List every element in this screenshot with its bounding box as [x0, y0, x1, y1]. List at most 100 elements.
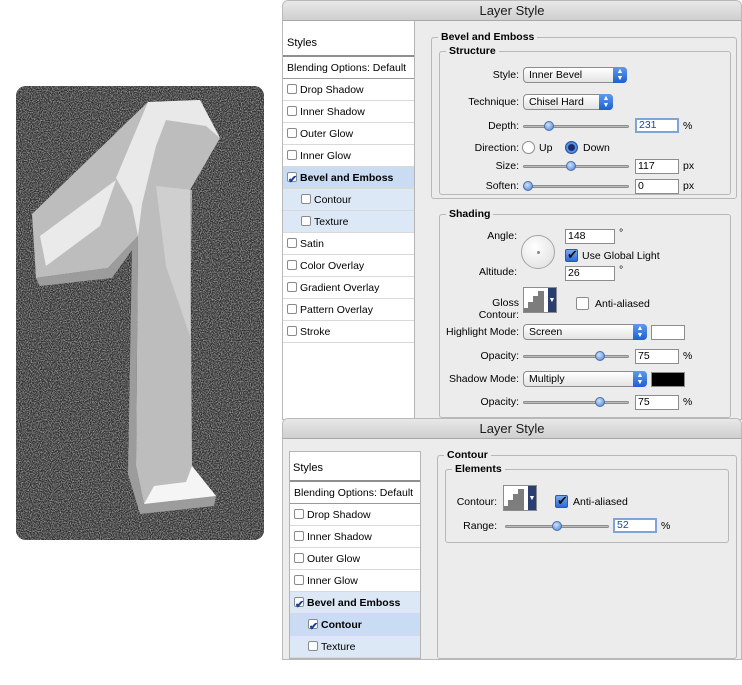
style-item-label: Inner Glow [300, 150, 351, 162]
style-item-label: Satin [300, 238, 324, 250]
size-slider[interactable] [523, 161, 629, 171]
style-item-inner-glow[interactable]: Inner Glow [290, 570, 420, 592]
slider-knob[interactable] [544, 121, 554, 131]
style-item-label: Drop Shadow [300, 84, 364, 96]
shadow-opacity-field[interactable]: 75 [635, 395, 679, 410]
styles-header[interactable]: Styles [290, 452, 420, 482]
highlight-opacity-field[interactable]: 75 [635, 349, 679, 364]
depth-field[interactable]: 231 [635, 118, 679, 133]
highlight-mode-select[interactable]: Screen ▲ ▼ [523, 324, 647, 340]
style-item-label: Outer Glow [307, 553, 361, 565]
bevel-emboss-checkbox[interactable] [294, 594, 304, 616]
outer-glow-checkbox[interactable] [294, 553, 304, 563]
style-item-gradient-overlay[interactable]: Gradient Overlay [283, 277, 414, 299]
chevron-down-icon: ▼ [548, 288, 556, 312]
highlight-opacity-slider[interactable] [523, 351, 629, 361]
angle-dial[interactable] [521, 235, 555, 269]
satin-checkbox[interactable] [287, 238, 297, 248]
numeral-artwork [16, 86, 264, 540]
contour-anti-aliased-checkbox[interactable] [555, 493, 568, 509]
slider-knob[interactable] [595, 351, 605, 361]
contour-checkbox[interactable] [308, 616, 318, 638]
style-item-pattern-overlay[interactable]: Pattern Overlay [283, 299, 414, 321]
style-item-inner-glow[interactable]: Inner Glow [283, 145, 414, 167]
style-item-contour[interactable]: Contour [290, 614, 420, 638]
direction-up-radio[interactable] [522, 141, 535, 154]
pattern-overlay-checkbox[interactable] [287, 304, 297, 314]
use-global-light-label: Use Global Light [582, 250, 660, 262]
slider-knob[interactable] [595, 397, 605, 407]
color-overlay-checkbox[interactable] [287, 260, 297, 270]
style-item-drop-shadow[interactable]: Drop Shadow [290, 504, 420, 526]
style-item-label: Bevel and Emboss [300, 172, 394, 184]
soften-field[interactable]: 0 [635, 179, 679, 194]
angle-field[interactable]: 148 [565, 229, 615, 244]
inner-shadow-checkbox[interactable] [287, 106, 297, 116]
blending-options-item[interactable]: Blending Options: Default [290, 482, 420, 504]
direction-down-radio[interactable] [565, 141, 578, 154]
style-item-color-overlay[interactable]: Color Overlay [283, 255, 414, 277]
drop-shadow-checkbox[interactable] [294, 509, 304, 519]
style-item-satin[interactable]: Satin [283, 233, 414, 255]
size-field[interactable]: 117 [635, 159, 679, 174]
shading-title: Shading [449, 208, 491, 220]
shadow-opacity-label: Opacity: [480, 396, 519, 408]
highlight-color-swatch[interactable] [651, 325, 685, 340]
inner-glow-checkbox[interactable] [287, 150, 297, 160]
contour-checkbox[interactable] [301, 194, 311, 204]
inner-shadow-checkbox[interactable] [294, 531, 304, 541]
slider-knob[interactable] [566, 161, 576, 171]
style-item-bevel-emboss[interactable]: Bevel and Emboss [290, 592, 420, 616]
bevel-emboss-checkbox[interactable] [287, 169, 297, 191]
texture-checkbox[interactable] [308, 641, 318, 651]
texture-checkbox[interactable] [301, 216, 311, 226]
highlight-mode-label: Highlight Mode: [446, 326, 519, 338]
select-stepper-icon: ▲ ▼ [599, 94, 613, 110]
inner-glow-checkbox[interactable] [294, 575, 304, 585]
soften-unit: px [683, 180, 695, 192]
style-item-drop-shadow[interactable]: Drop Shadow [283, 79, 414, 101]
style-item-contour[interactable]: Contour [283, 189, 414, 211]
style-item-label: Outer Glow [300, 128, 354, 140]
gloss-contour-picker[interactable]: ▼ [523, 287, 557, 313]
style-item-stroke[interactable]: Stroke [283, 321, 414, 343]
style-item-label: Stroke [300, 326, 331, 338]
depth-slider[interactable] [523, 121, 629, 131]
use-global-light-checkbox[interactable] [565, 247, 578, 263]
style-item-outer-glow[interactable]: Outer Glow [283, 123, 414, 145]
shadow-opacity-slider[interactable] [523, 397, 629, 407]
range-slider[interactable] [505, 521, 609, 531]
style-item-bevel-emboss[interactable]: Bevel and Emboss [283, 167, 414, 191]
style-item-texture[interactable]: Texture [290, 636, 420, 658]
elements-title: Elements [455, 463, 502, 475]
highlight-opacity-label: Opacity: [480, 350, 519, 362]
style-item-inner-shadow[interactable]: Inner Shadow [290, 526, 420, 548]
gloss-anti-aliased-checkbox[interactable] [576, 297, 589, 310]
window-title: Layer Style [283, 419, 741, 439]
contour-picker[interactable]: ▼ [503, 485, 537, 511]
gradient-overlay-checkbox[interactable] [287, 282, 297, 292]
styles-header[interactable]: Styles [283, 21, 414, 57]
style-item-inner-shadow[interactable]: Inner Shadow [283, 101, 414, 123]
drop-shadow-checkbox[interactable] [287, 84, 297, 94]
range-field[interactable]: 52 [613, 518, 657, 533]
slider-knob[interactable] [523, 181, 533, 191]
direction-down-label: Down [583, 142, 610, 154]
slider-knob[interactable] [552, 521, 562, 531]
stroke-checkbox[interactable] [287, 326, 297, 336]
contour-label: Contour: [456, 496, 497, 508]
contour-anti-aliased-label: Anti-aliased [573, 496, 628, 508]
soften-slider[interactable] [523, 181, 629, 191]
style-item-texture[interactable]: Texture [283, 211, 414, 233]
style-item-outer-glow[interactable]: Outer Glow [290, 548, 420, 570]
style-select[interactable]: Inner Bevel ▲ ▼ [523, 67, 627, 83]
style-item-label: Bevel and Emboss [307, 597, 401, 609]
blending-options-item[interactable]: Blending Options: Default [283, 57, 414, 79]
technique-select[interactable]: Chisel Hard ▲ ▼ [523, 94, 613, 110]
styles-list: Styles Blending Options: Default Drop Sh… [289, 451, 421, 659]
outer-glow-checkbox[interactable] [287, 128, 297, 138]
altitude-field[interactable]: 26 [565, 266, 615, 281]
technique-select-value: Chisel Hard [529, 96, 584, 108]
shadow-mode-select[interactable]: Multiply ▲ ▼ [523, 371, 647, 387]
shadow-color-swatch[interactable] [651, 372, 685, 387]
